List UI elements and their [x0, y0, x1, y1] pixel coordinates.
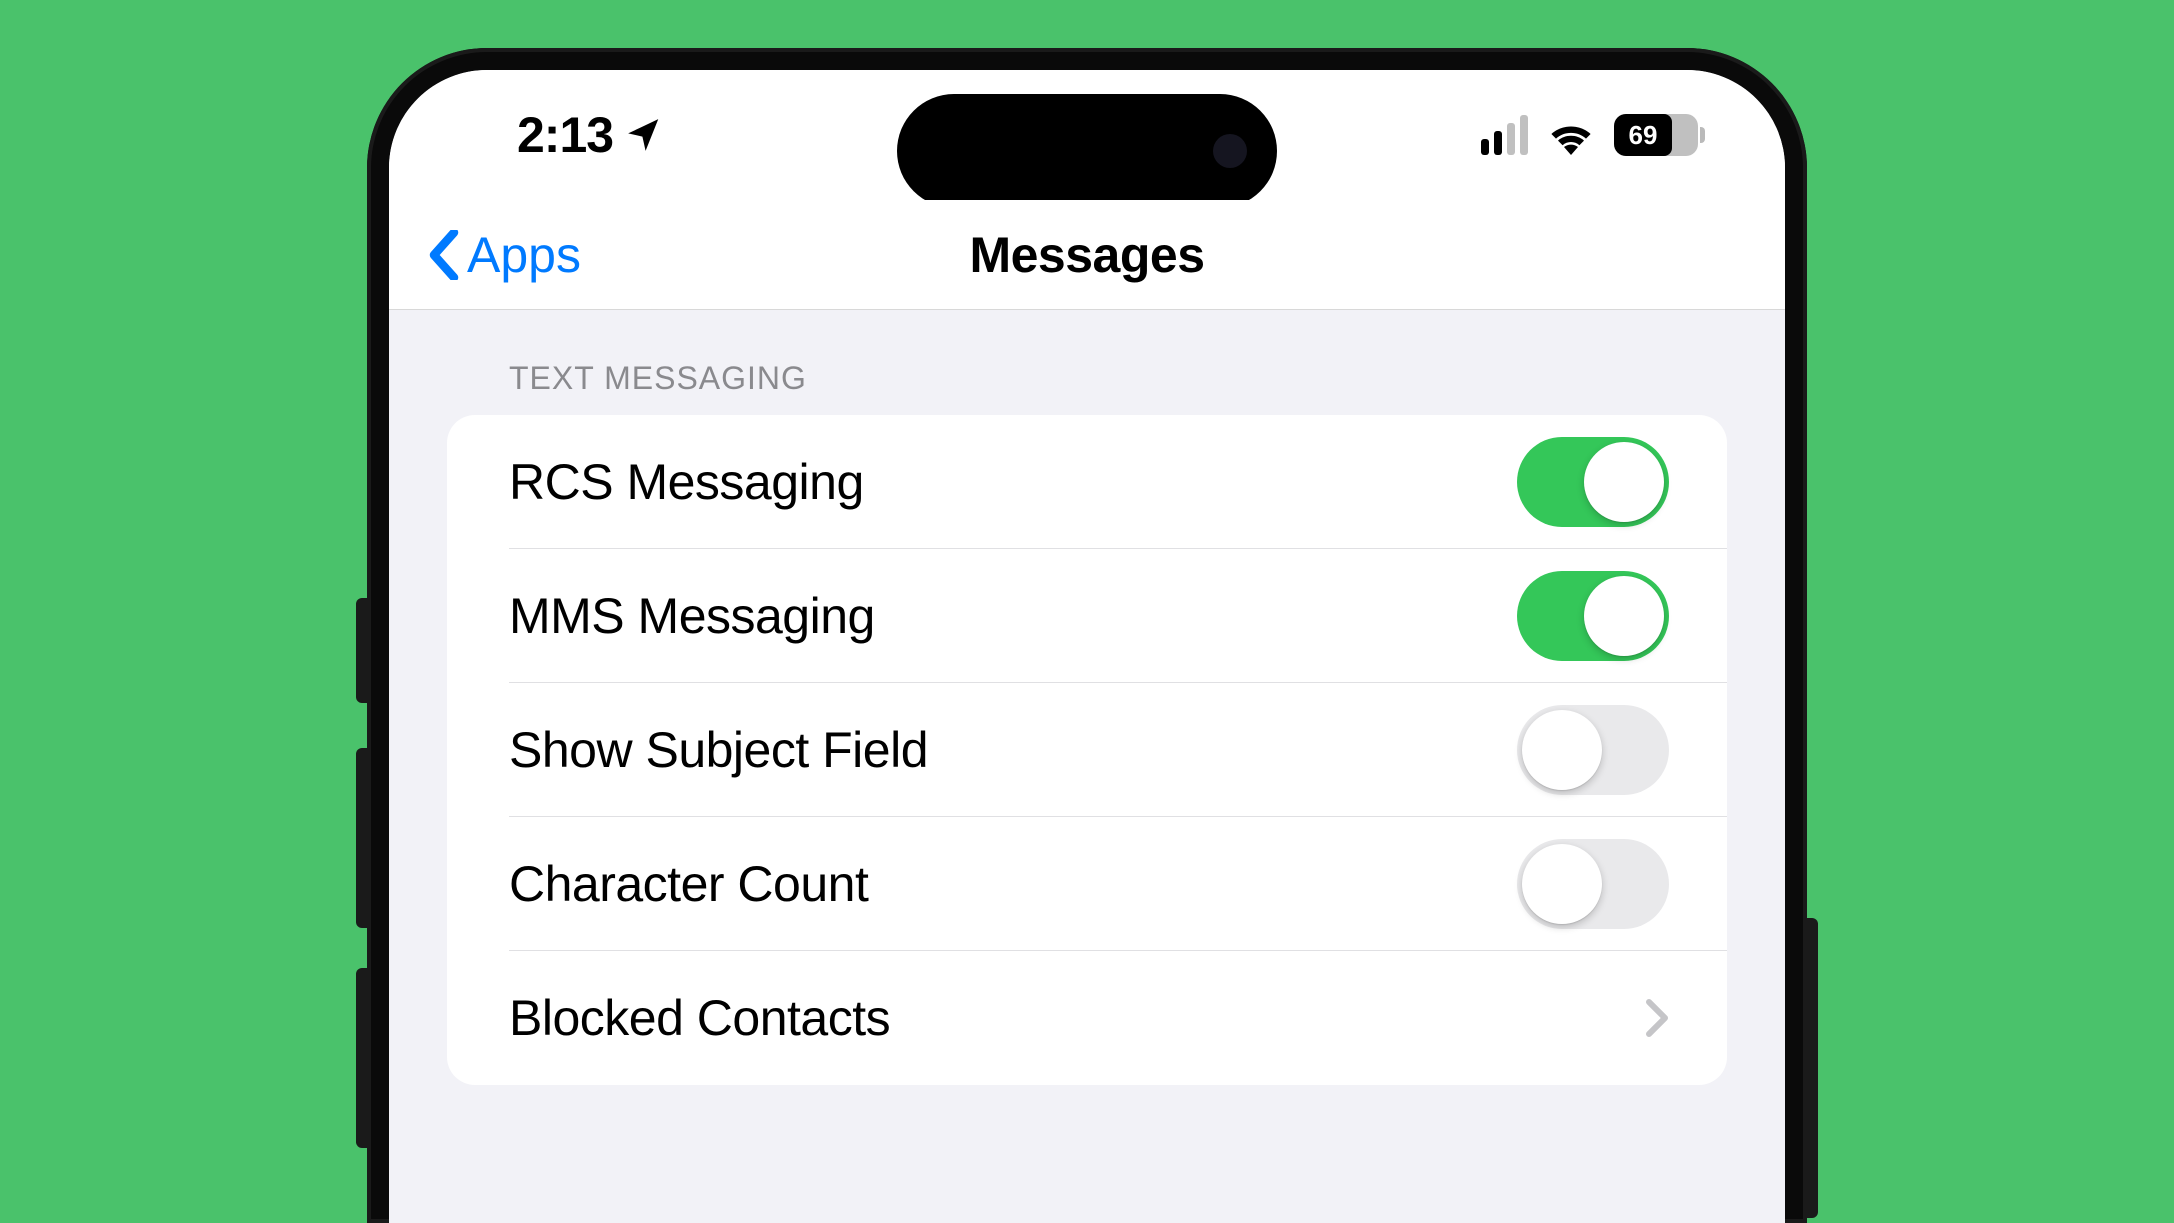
- toggle-switch[interactable]: [1517, 839, 1669, 929]
- row-label: Blocked Contacts: [509, 989, 890, 1047]
- dynamic-island: [897, 94, 1277, 208]
- settings-content: TEXT MESSAGING RCS Messaging MMS Messagin…: [389, 310, 1785, 1085]
- phone-frame: 2:13 69: [367, 48, 1807, 1223]
- side-button-power: [1807, 918, 1818, 1218]
- chevron-right-icon: [1645, 998, 1669, 1038]
- status-time-group: 2:13: [517, 106, 663, 164]
- row-label: Show Subject Field: [509, 721, 928, 779]
- settings-list: RCS Messaging MMS Messaging Show Subject F…: [447, 415, 1727, 1085]
- location-icon: [625, 116, 663, 154]
- toggle-switch[interactable]: [1517, 705, 1669, 795]
- toggle-knob: [1584, 442, 1664, 522]
- chevron-left-icon: [429, 230, 459, 280]
- row-label: Character Count: [509, 855, 868, 913]
- navigation-bar: Apps Messages: [389, 200, 1785, 310]
- side-button-volume-up: [356, 748, 367, 928]
- toggle-switch[interactable]: [1517, 437, 1669, 527]
- settings-row-character-count: Character Count: [447, 817, 1727, 951]
- toggle-knob: [1584, 576, 1664, 656]
- toggle-knob: [1522, 844, 1602, 924]
- settings-row-blocked-contacts[interactable]: Blocked Contacts: [447, 951, 1727, 1085]
- row-label: MMS Messaging: [509, 587, 875, 645]
- settings-row-rcs-messaging: RCS Messaging: [447, 415, 1727, 549]
- back-label: Apps: [467, 226, 581, 284]
- wifi-icon: [1546, 115, 1596, 155]
- settings-row-mms-messaging: MMS Messaging: [447, 549, 1727, 683]
- settings-row-show-subject-field: Show Subject Field: [447, 683, 1727, 817]
- status-time: 2:13: [517, 106, 613, 164]
- side-button-volume-down: [356, 968, 367, 1148]
- status-indicators: 69: [1481, 114, 1705, 156]
- battery-indicator: 69: [1614, 114, 1705, 156]
- front-camera: [1213, 134, 1247, 168]
- section-header: TEXT MESSAGING: [447, 350, 1727, 415]
- side-button-silent: [356, 598, 367, 703]
- cellular-signal-icon: [1481, 115, 1528, 155]
- status-bar: 2:13 69: [389, 70, 1785, 200]
- battery-level: 69: [1614, 114, 1672, 156]
- row-label: RCS Messaging: [509, 453, 864, 511]
- screen: 2:13 69: [389, 70, 1785, 1223]
- toggle-switch[interactable]: [1517, 571, 1669, 661]
- toggle-knob: [1522, 710, 1602, 790]
- back-button[interactable]: Apps: [429, 226, 581, 284]
- page-title: Messages: [969, 226, 1204, 284]
